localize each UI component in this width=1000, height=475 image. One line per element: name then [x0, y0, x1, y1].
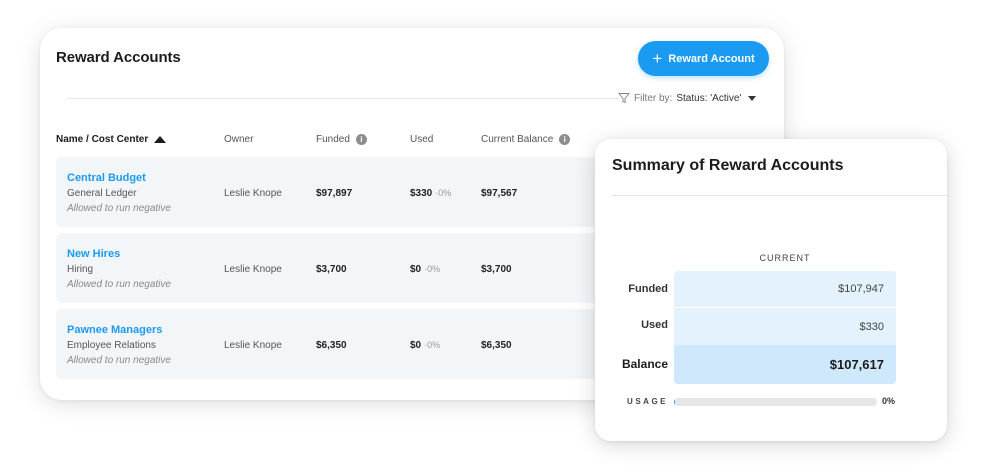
balance-value: $6,350 — [481, 340, 512, 351]
summary-used-label: Used — [641, 319, 668, 331]
column-header-funded[interactable]: Funded i — [316, 134, 367, 145]
header-divider — [67, 98, 619, 99]
cost-center: Employee Relations — [67, 340, 156, 351]
negative-note: Allowed to run negative — [67, 355, 171, 366]
summary-funded-label: Funded — [628, 283, 668, 295]
used-amount: $0 — [410, 264, 422, 275]
column-header-name-label: Name / Cost Center — [56, 134, 149, 145]
summary-used-value: $330 — [674, 308, 896, 345]
negative-note: Allowed to run negative — [67, 203, 171, 214]
account-name-link[interactable]: Pawnee Managers — [67, 324, 162, 336]
column-header-name[interactable]: Name / Cost Center — [56, 134, 167, 145]
column-header-balance[interactable]: Current Balance i — [481, 134, 571, 145]
summary-balance-amount: $107,617 — [829, 357, 884, 372]
balance-value: $97,567 — [481, 188, 518, 199]
summary-balance-label: Balance — [621, 357, 668, 371]
usage-percent: 0% — [882, 396, 896, 406]
account-name-link[interactable]: New Hires — [67, 248, 120, 260]
summary-balance-value: $107,617 — [674, 345, 896, 384]
used-percent: 0% — [427, 264, 441, 274]
cost-center: Hiring — [67, 264, 94, 275]
summary-funded-value: $107,947 — [674, 271, 896, 308]
summary-title: Summary of Reward Accounts — [612, 157, 844, 174]
used-percent: 0% — [427, 340, 441, 350]
usage-label: USAGE — [627, 397, 668, 406]
summary-card: Summary of Reward Accounts CURRENT Funde… — [595, 139, 947, 441]
info-icon[interactable]: i — [559, 134, 571, 145]
used-amount: $0 — [410, 340, 422, 351]
used-percent: 0% — [438, 188, 452, 198]
owner: Leslie Knope — [224, 340, 282, 351]
page-title: Reward Accounts — [56, 49, 181, 66]
status-filter-dropdown[interactable]: Filter by: Status: 'Active' — [618, 92, 757, 104]
used-value: $0·0% — [410, 264, 441, 275]
summary-column-header: CURRENT — [759, 253, 811, 263]
caret-down-icon — [748, 95, 757, 101]
filter-value: Status: 'Active' — [676, 92, 742, 104]
info-icon[interactable]: i — [355, 134, 367, 145]
owner: Leslie Knope — [224, 264, 282, 275]
plus-icon: + — [652, 48, 663, 68]
column-header-owner-label: Owner — [224, 134, 254, 145]
usage-progress-bar — [674, 398, 877, 406]
owner: Leslie Knope — [224, 188, 282, 199]
filter-label: Filter by: — [634, 92, 673, 104]
filter-funnel-icon — [618, 93, 630, 104]
used-value: $0·0% — [410, 340, 441, 351]
funded-value: $97,897 — [316, 188, 353, 199]
column-header-used[interactable]: Used — [410, 134, 433, 145]
column-header-owner[interactable]: Owner — [224, 134, 253, 145]
column-header-funded-label: Funded — [316, 134, 350, 145]
usage-progress-fill — [674, 398, 675, 406]
funded-value: $3,700 — [316, 264, 347, 275]
add-button-label: Reward Account — [668, 52, 755, 65]
column-header-used-label: Used — [410, 134, 434, 145]
account-name-link[interactable]: Central Budget — [67, 172, 146, 184]
summary-divider — [612, 195, 947, 196]
column-header-balance-label: Current Balance — [481, 134, 554, 145]
summary-used-amount: $330 — [859, 320, 884, 333]
funded-value: $6,350 — [316, 340, 347, 351]
summary-funded-amount: $107,947 — [838, 283, 884, 295]
used-value: $330·0% — [410, 188, 452, 199]
cost-center: General Ledger — [67, 188, 137, 199]
negative-note: Allowed to run negative — [67, 279, 171, 290]
used-amount: $330 — [410, 188, 433, 199]
sort-ascending-icon[interactable] — [154, 136, 167, 143]
add-reward-account-button[interactable]: + Reward Account — [638, 41, 769, 76]
balance-value: $3,700 — [481, 264, 512, 275]
